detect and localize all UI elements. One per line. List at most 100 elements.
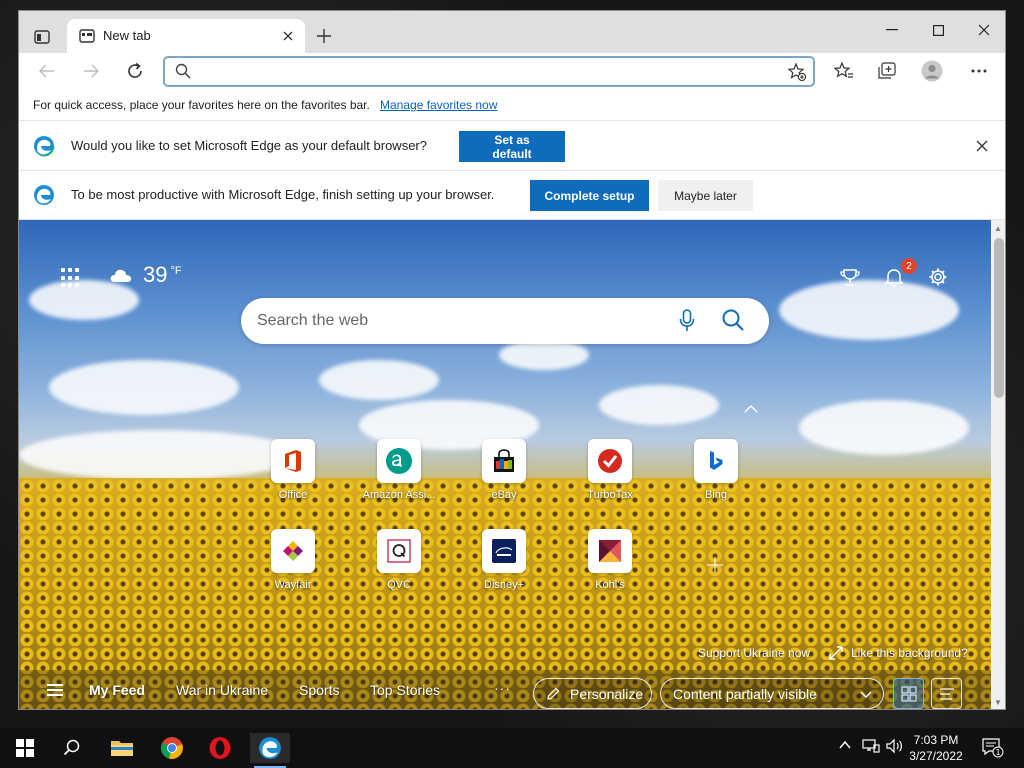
quick-link-turbotax[interactable]: TurboTax bbox=[557, 439, 663, 501]
chevron-up-icon bbox=[839, 740, 851, 749]
background-cloud bbox=[599, 385, 719, 425]
quick-link-qvc[interactable]: QVC bbox=[346, 529, 452, 591]
tab-top-stories[interactable]: Top Stories bbox=[370, 682, 440, 698]
setup-infobar: To be most productive with Microsoft Edg… bbox=[19, 171, 1005, 220]
tile-icon-box bbox=[694, 439, 738, 483]
set-as-default-button[interactable]: Set as default bbox=[459, 131, 565, 162]
setup-prompt: To be most productive with Microsoft Edg… bbox=[71, 187, 495, 202]
taskbar-search-button[interactable] bbox=[52, 733, 92, 763]
tab-sports[interactable]: Sports bbox=[299, 682, 339, 698]
personalize-label: Personalize bbox=[570, 685, 644, 702]
tab-war-in-ukraine[interactable]: War in Ukraine bbox=[176, 682, 268, 698]
turbotax-check-icon bbox=[598, 449, 622, 473]
support-ukraine-link[interactable]: Support Ukraine now bbox=[698, 646, 810, 660]
quick-link-bing[interactable]: Bing bbox=[663, 439, 769, 501]
new-tab-button[interactable] bbox=[311, 23, 337, 49]
web-search-input[interactable] bbox=[257, 310, 657, 332]
search-icon[interactable] bbox=[721, 308, 745, 332]
favorites-button[interactable] bbox=[829, 57, 859, 85]
new-tab-page: 39 °F 2 Office bbox=[19, 220, 991, 709]
favorites-bar: For quick access, place your favorites h… bbox=[19, 89, 1005, 121]
grid-layout-button[interactable] bbox=[893, 678, 924, 709]
browser-window: New tab For quick access, place your fav… bbox=[18, 10, 1006, 710]
add-favorite-icon[interactable] bbox=[787, 62, 807, 82]
minimize-button[interactable] bbox=[869, 15, 915, 45]
reload-button[interactable] bbox=[121, 57, 149, 85]
plus-icon bbox=[707, 557, 723, 573]
profile-button[interactable] bbox=[917, 57, 947, 85]
notification-badge: 2 bbox=[901, 258, 917, 274]
window-close-button[interactable] bbox=[961, 15, 1005, 45]
collections-icon bbox=[878, 62, 896, 79]
taskbar-edge[interactable] bbox=[250, 733, 290, 768]
forward-button[interactable] bbox=[77, 57, 105, 85]
weather-widget[interactable]: 39 °F bbox=[109, 262, 182, 288]
list-layout-button[interactable] bbox=[931, 678, 962, 709]
bell-icon bbox=[884, 269, 904, 287]
scroll-up-arrow-icon[interactable]: ▲ bbox=[994, 224, 1002, 233]
tab-my-feed[interactable]: My Feed bbox=[89, 682, 145, 698]
back-button[interactable] bbox=[33, 57, 61, 85]
quick-link-office[interactable]: Office bbox=[240, 439, 346, 501]
chevron-down-icon bbox=[860, 691, 872, 698]
tab-actions-menu-button[interactable] bbox=[29, 24, 55, 50]
maybe-later-button[interactable]: Maybe later bbox=[658, 180, 753, 211]
action-center-button[interactable]: 1 bbox=[982, 738, 1004, 763]
infobar-close-button[interactable] bbox=[971, 135, 993, 157]
page-scrollbar[interactable]: ▲ ▼ bbox=[991, 220, 1005, 709]
expand-arrows-icon bbox=[829, 646, 843, 660]
quick-link-wayfair[interactable]: Wayfair bbox=[240, 529, 346, 591]
quick-link-kohls[interactable]: Kohl's bbox=[557, 529, 663, 591]
settings-and-more-button[interactable] bbox=[964, 57, 994, 85]
microphone-icon[interactable] bbox=[679, 309, 695, 333]
tab-new-tab[interactable]: New tab bbox=[67, 19, 305, 53]
show-hidden-icons-button[interactable] bbox=[838, 738, 852, 755]
add-quick-link-button[interactable] bbox=[707, 553, 723, 579]
address-bar[interactable] bbox=[163, 56, 815, 87]
grid-layout-icon bbox=[900, 685, 917, 702]
quick-link-disney-plus[interactable]: Disney+ bbox=[451, 529, 557, 591]
pencil-icon bbox=[547, 687, 560, 700]
more-feed-tabs-button[interactable]: ··· bbox=[494, 680, 511, 696]
content-visibility-dropdown[interactable]: Content partially visible bbox=[660, 678, 884, 709]
address-input[interactable] bbox=[201, 62, 781, 82]
close-icon bbox=[283, 31, 293, 41]
manage-favorites-link[interactable]: Manage favorites now bbox=[380, 98, 497, 112]
tile-label: Kohl's bbox=[595, 579, 625, 591]
taskbar-opera[interactable] bbox=[200, 733, 240, 763]
web-search-box[interactable] bbox=[241, 298, 769, 344]
opera-icon bbox=[209, 737, 231, 759]
quick-link-ebay[interactable]: eBay bbox=[451, 439, 557, 501]
scroll-down-arrow-icon[interactable]: ▼ bbox=[994, 698, 1002, 707]
feed-navigation-bar: My Feed War in Ukraine Sports Top Storie… bbox=[19, 670, 991, 709]
complete-setup-button[interactable]: Complete setup bbox=[530, 180, 649, 211]
taskbar-clock[interactable]: 7:03 PM 3/27/2022 bbox=[902, 732, 970, 764]
tab-close-button[interactable] bbox=[277, 25, 299, 47]
scroll-thumb[interactable] bbox=[994, 238, 1004, 398]
collapse-chevron-up-icon[interactable] bbox=[744, 400, 758, 416]
background-cloud bbox=[49, 360, 239, 415]
tile-label: Wayfair bbox=[274, 579, 312, 591]
list-layout-icon bbox=[939, 687, 954, 700]
collections-button[interactable] bbox=[872, 57, 902, 85]
feed-menu-hamburger-icon[interactable] bbox=[47, 684, 63, 696]
taskbar-chrome[interactable] bbox=[152, 733, 192, 763]
tile-icon-box bbox=[482, 439, 526, 483]
wayfair-icon bbox=[283, 541, 303, 561]
page-settings-button[interactable] bbox=[925, 264, 951, 290]
content-visibility-value: Content partially visible bbox=[673, 685, 817, 702]
notification-count: 1 bbox=[995, 748, 1000, 757]
taskbar-file-explorer[interactable] bbox=[102, 733, 142, 763]
like-background-link[interactable]: Like this background? bbox=[829, 646, 968, 660]
network-status[interactable] bbox=[862, 738, 880, 757]
tile-icon-box bbox=[377, 439, 421, 483]
personalize-button[interactable]: Personalize bbox=[533, 678, 652, 709]
rewards-button[interactable] bbox=[837, 264, 863, 290]
quick-link-amazon-assistant[interactable]: Amazon Assi... bbox=[346, 439, 452, 501]
maximize-button[interactable] bbox=[915, 15, 961, 45]
app-launcher-button[interactable] bbox=[61, 268, 81, 288]
start-button[interactable] bbox=[16, 739, 34, 757]
tile-label: Disney+ bbox=[483, 579, 525, 591]
gear-icon bbox=[929, 268, 947, 286]
tab-strip: New tab bbox=[19, 11, 1005, 53]
